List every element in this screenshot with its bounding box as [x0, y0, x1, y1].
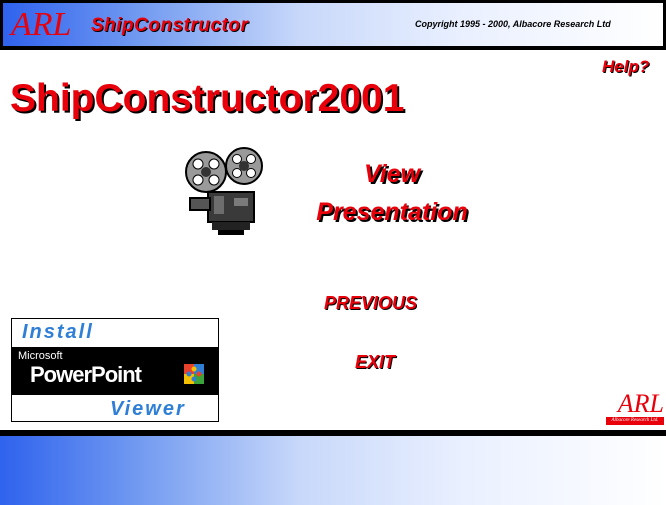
- product-name: ShipConstructor: [91, 15, 249, 36]
- arl-logo-subtext: Albacore Research Ltd.: [606, 417, 664, 425]
- arl-logo-text-small: ARL: [617, 389, 664, 418]
- exit-button[interactable]: EXIT: [355, 352, 395, 373]
- header-bar: ARL ShipConstructor Copyright 1995 - 200…: [0, 0, 666, 50]
- footer-bar: [0, 436, 666, 505]
- page-title: ShipConstructor2001: [10, 77, 405, 120]
- arl-logo-text: ARL: [11, 6, 72, 43]
- view-presentation-line2: Presentation: [316, 198, 468, 226]
- previous-button[interactable]: PREVIOUS: [324, 293, 417, 314]
- install-powerpoint-viewer-button[interactable]: Install Microsoft PowerPoint Viewer: [11, 318, 219, 422]
- powerpoint-label: PowerPoint: [30, 362, 142, 387]
- view-presentation-button[interactable]: View Presentation: [282, 155, 502, 231]
- copyright-text: Copyright 1995 - 2000, Albacore Research…: [415, 19, 611, 29]
- arl-footer-logo: ARL Albacore Research Ltd.: [604, 390, 664, 426]
- office-puzzle-logo-icon: [184, 364, 204, 384]
- view-presentation-line1: View: [363, 160, 421, 188]
- install-label: Install: [22, 321, 94, 343]
- help-link[interactable]: Help?: [602, 57, 649, 77]
- film-projector-icon[interactable]: [184, 146, 270, 236]
- viewer-label: Viewer: [110, 398, 186, 420]
- powerpoint-logo-band: Microsoft PowerPoint: [12, 347, 218, 395]
